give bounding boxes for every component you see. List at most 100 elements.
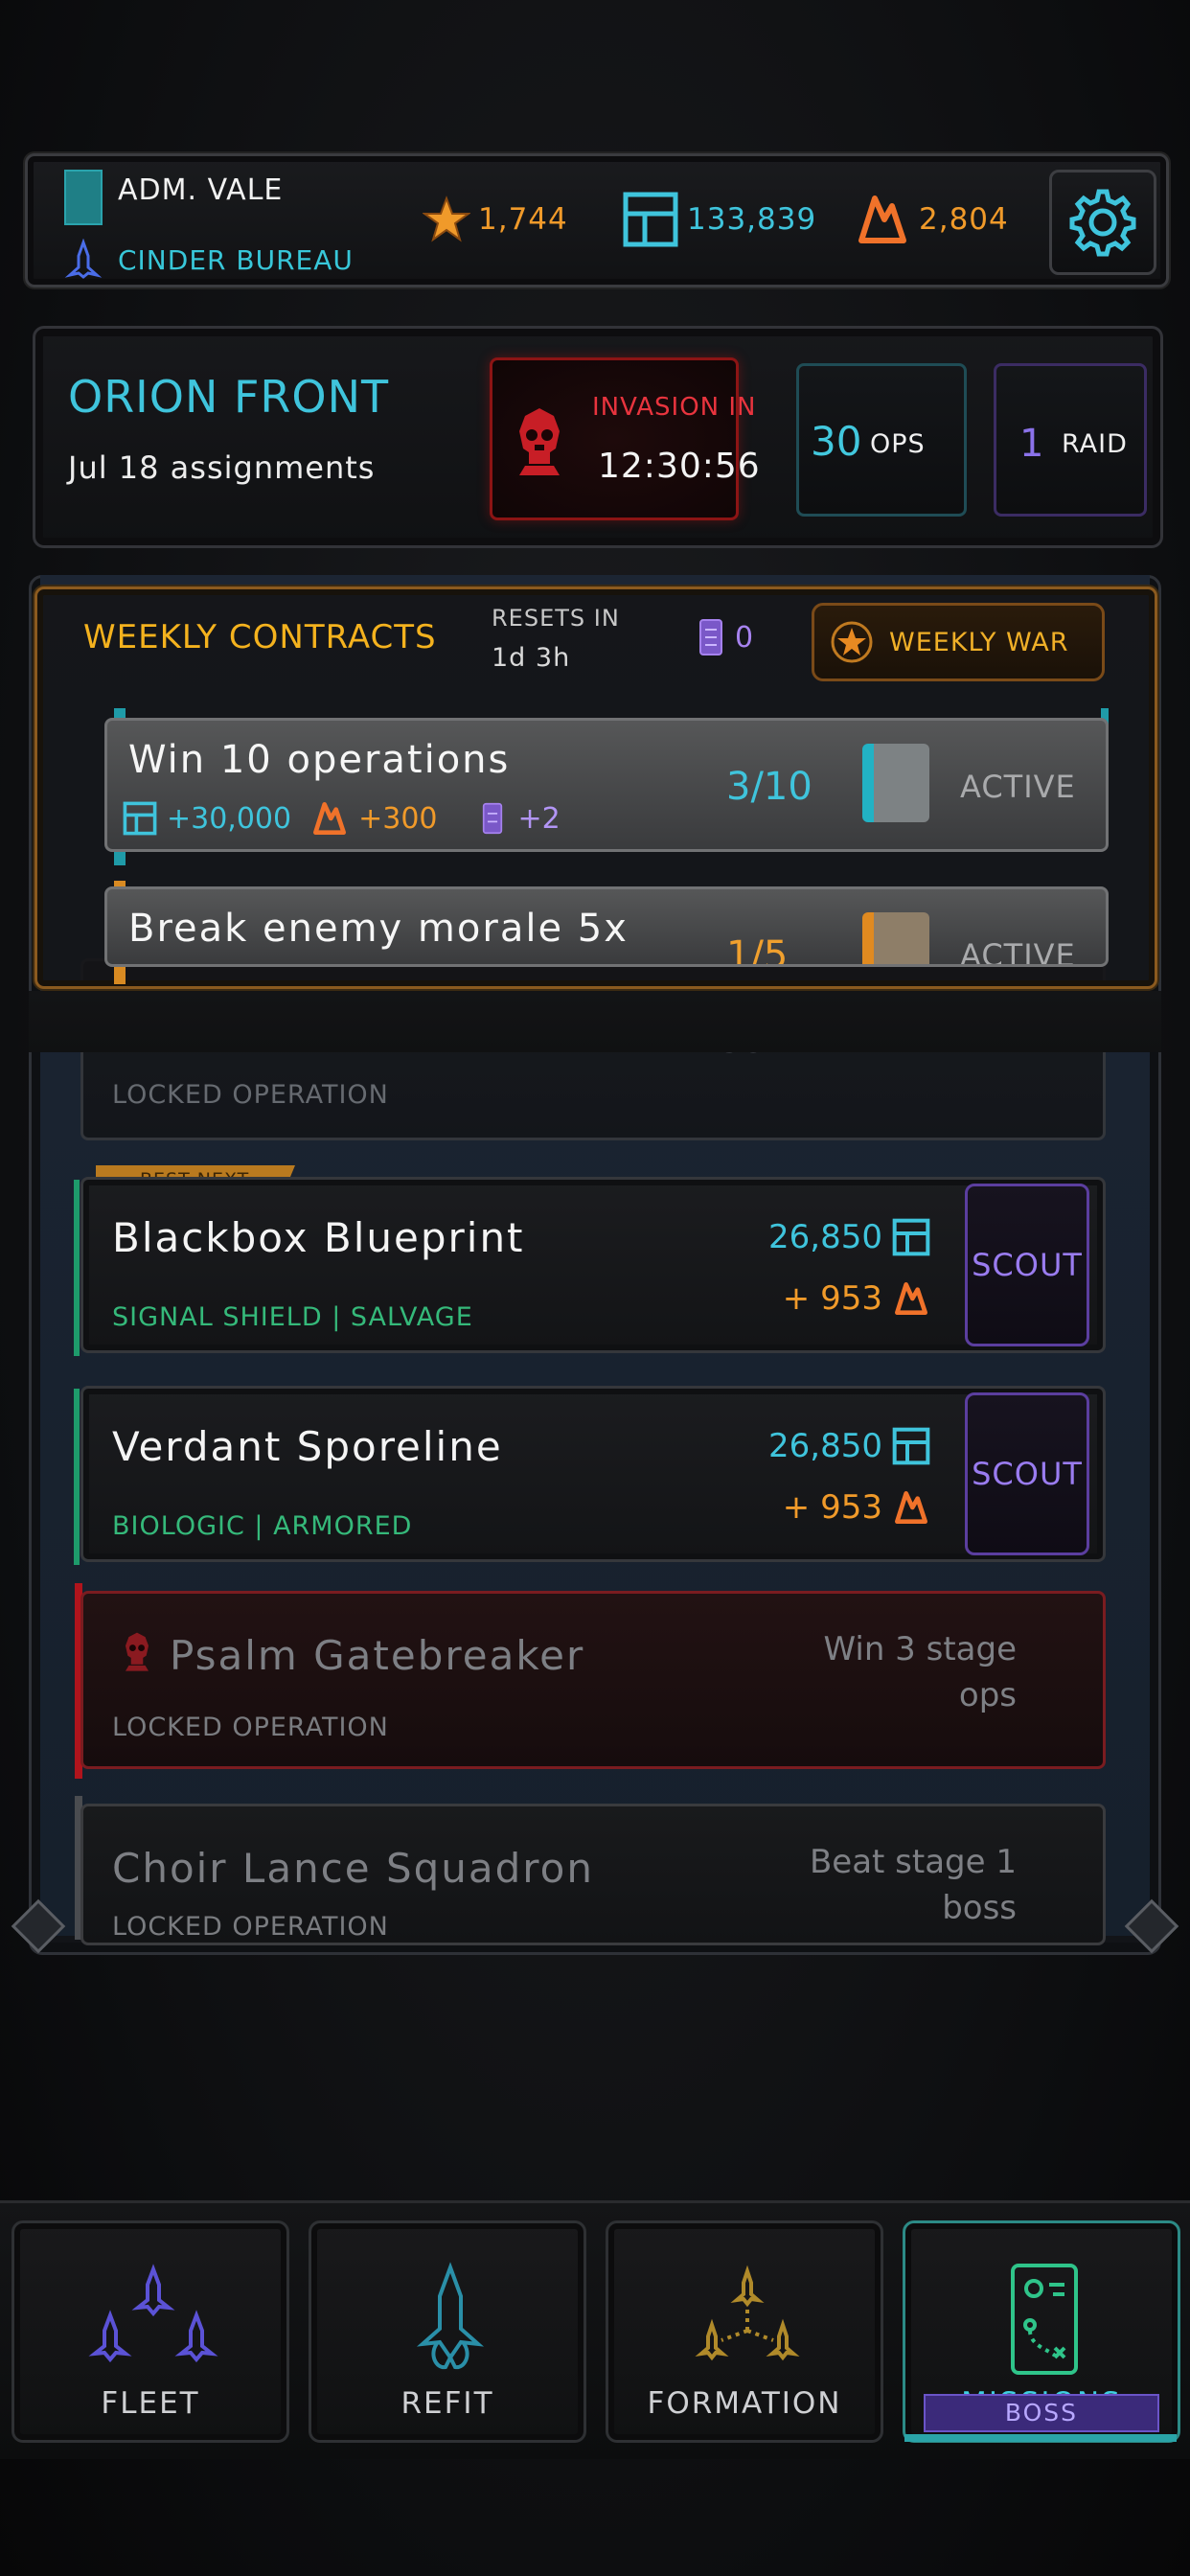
invasion-timer-box[interactable]: INVASION IN 12:30:56 <box>490 357 760 520</box>
ops-counter[interactable]: 30 OPS <box>796 363 967 517</box>
credits-icon <box>892 1218 930 1256</box>
mission-alloy-value: + 953 <box>782 1488 882 1527</box>
star-badge-icon <box>831 621 873 663</box>
fleet-icon <box>88 2264 218 2363</box>
contract-row[interactable]: Win 10 operations +30,000 +300 +2 3/10 A… <box>104 718 1109 852</box>
mission-credits-value: 26,850 <box>768 1427 882 1465</box>
credits-icon <box>892 1427 930 1465</box>
contract-title: Break enemy morale 5x <box>128 907 629 951</box>
faction-name: CINDER BUREAU <box>118 244 354 276</box>
mission-alloy: + 953 <box>783 1488 930 1527</box>
note-icon <box>482 802 502 835</box>
mission-row[interactable]: Blackbox Blueprint SIGNAL SHIELD | SALVA… <box>74 1177 1106 1356</box>
mission-alloy-value: + 953 <box>782 1279 882 1318</box>
credits-icon <box>123 801 157 836</box>
stars-value: 1,744 <box>478 202 568 237</box>
tab-label: FLEET <box>101 2386 200 2421</box>
tab-refit[interactable]: REFIT <box>309 2220 586 2443</box>
credits-icon <box>623 192 678 247</box>
reward-notes: +2 <box>517 801 561 836</box>
raid-counter[interactable]: 1 RAID <box>994 363 1147 517</box>
mission-credits-value: 26,850 <box>768 1218 882 1256</box>
locked-subtitle: LOCKED OPERATION <box>112 1713 389 1742</box>
mission-alloy: + 953 <box>783 1279 930 1318</box>
mission-credits: 26,850 <box>768 1427 930 1465</box>
weekly-title: WEEKLY CONTRACTS <box>83 618 437 656</box>
mission-accent-bar <box>74 1389 80 1565</box>
contract-status: ACTIVE <box>960 937 1076 967</box>
locked-title: Choir Lance Squadron <box>112 1845 594 1892</box>
skull-icon <box>126 1632 149 1671</box>
alloy-icon <box>895 1491 927 1524</box>
mission-title: Verdant Sporeline <box>112 1423 503 1470</box>
tab-formation[interactable]: FORMATION <box>606 2220 883 2443</box>
notes-count: 0 <box>735 620 754 655</box>
contract-progress-square <box>862 912 929 964</box>
contract-title: Win 10 operations <box>128 738 511 782</box>
stars-counter: 1,744 <box>423 191 568 248</box>
locked-requirement: Win 3 stage ops <box>710 1626 1018 1718</box>
resets-value: 1d 3h <box>492 643 571 673</box>
alloy-value: 2,804 <box>919 202 1009 237</box>
mission-tags: SIGNAL SHIELD | SALVAGE <box>112 1302 473 1332</box>
raid-label: RAID <box>1062 429 1128 459</box>
alloy-icon <box>313 802 347 835</box>
contract-status: ACTIVE <box>960 769 1076 805</box>
credits-counter: 133,839 <box>622 191 816 248</box>
front-panel: ORION FRONT Jul 18 assignments INVASION … <box>33 326 1163 548</box>
front-subtitle: Jul 18 assignments <box>68 449 376 486</box>
requirement-line: Beat stage 1 <box>809 1843 1017 1881</box>
ops-label: OPS <box>870 429 926 459</box>
invasion-countdown: 12:30:56 <box>598 447 761 486</box>
contract-rewards: +30,000 +300 +2 <box>123 799 561 838</box>
resets-label: RESETS IN <box>492 605 620 632</box>
contract-row[interactable]: Break enemy morale 5x 1/5 ACTIVE <box>104 886 1109 967</box>
settings-button[interactable] <box>1049 170 1156 275</box>
player-name: ADM. VALE <box>118 173 284 207</box>
front-title: ORION FRONT <box>68 371 390 423</box>
active-tab-underline <box>904 2434 1177 2442</box>
weekly-war-label: WEEKLY WAR <box>889 627 1069 657</box>
locked-subtitle: LOCKED OPERATION <box>112 1912 389 1942</box>
tab-label: FORMATION <box>647 2386 842 2421</box>
mission-map-icon <box>1011 2264 1078 2375</box>
locked-requirement: Beat stage 1 boss <box>710 1839 1017 1931</box>
notes-counter: 0 <box>698 618 753 656</box>
requirement-line: Win 3 stage <box>823 1630 1018 1668</box>
reward-credits: +30,000 <box>167 801 292 836</box>
star-icon <box>423 196 470 242</box>
locked-mission-row[interactable]: Choir Lance Squadron LOCKED OPERATION Be… <box>80 1804 1106 1945</box>
requirement-line: ops <box>958 1676 1017 1714</box>
locked-boss-row[interactable]: Psalm Gatebreaker LOCKED OPERATION Win 3… <box>80 1591 1106 1769</box>
weekly-contracts-panel: WEEKLY CONTRACTS RESETS IN 1d 3h 0 WEEKL… <box>34 586 1157 989</box>
invasion-label: INVASION IN <box>592 393 757 422</box>
contract-progress: 1/5 <box>726 933 789 967</box>
locked-title: Psalm Gatebreaker <box>170 1632 585 1679</box>
formation-icon <box>695 2265 800 2361</box>
mission-credits: 26,850 <box>768 1218 930 1256</box>
player-header: ADM. VALE CINDER BUREAU 1,744 133,839 2,… <box>25 153 1169 288</box>
scout-button[interactable]: SCOUT <box>965 1392 1089 1555</box>
alloy-counter: 2,804 <box>854 191 1009 248</box>
boss-badge: BOSS <box>924 2394 1159 2432</box>
raid-count: 1 <box>1019 422 1044 466</box>
mission-tags: BIOLOGIC | ARMORED <box>112 1511 413 1541</box>
mission-row[interactable]: Verdant Sporeline BIOLOGIC | ARMORED 26,… <box>74 1386 1106 1565</box>
credits-value: 133,839 <box>687 202 817 237</box>
tab-fleet[interactable]: FLEET <box>11 2220 289 2443</box>
contract-progress: 3/10 <box>726 765 812 809</box>
weekly-war-button[interactable]: WEEKLY WAR <box>812 603 1105 681</box>
contract-progress-square <box>862 744 929 822</box>
requirement-line: boss <box>942 1889 1017 1927</box>
avatar[interactable] <box>64 170 103 225</box>
skull-icon <box>519 408 560 475</box>
weekly-panel-shadow <box>29 991 1161 1052</box>
mission-accent-bar <box>74 1180 80 1356</box>
ship-icon <box>64 239 103 279</box>
scout-button[interactable]: SCOUT <box>965 1184 1089 1346</box>
reward-alloy: +300 <box>358 801 438 836</box>
mission-title: Blackbox Blueprint <box>112 1214 525 1261</box>
note-icon <box>699 619 722 656</box>
wrench-ship-icon <box>416 2262 485 2370</box>
ops-count: 30 <box>811 418 862 465</box>
